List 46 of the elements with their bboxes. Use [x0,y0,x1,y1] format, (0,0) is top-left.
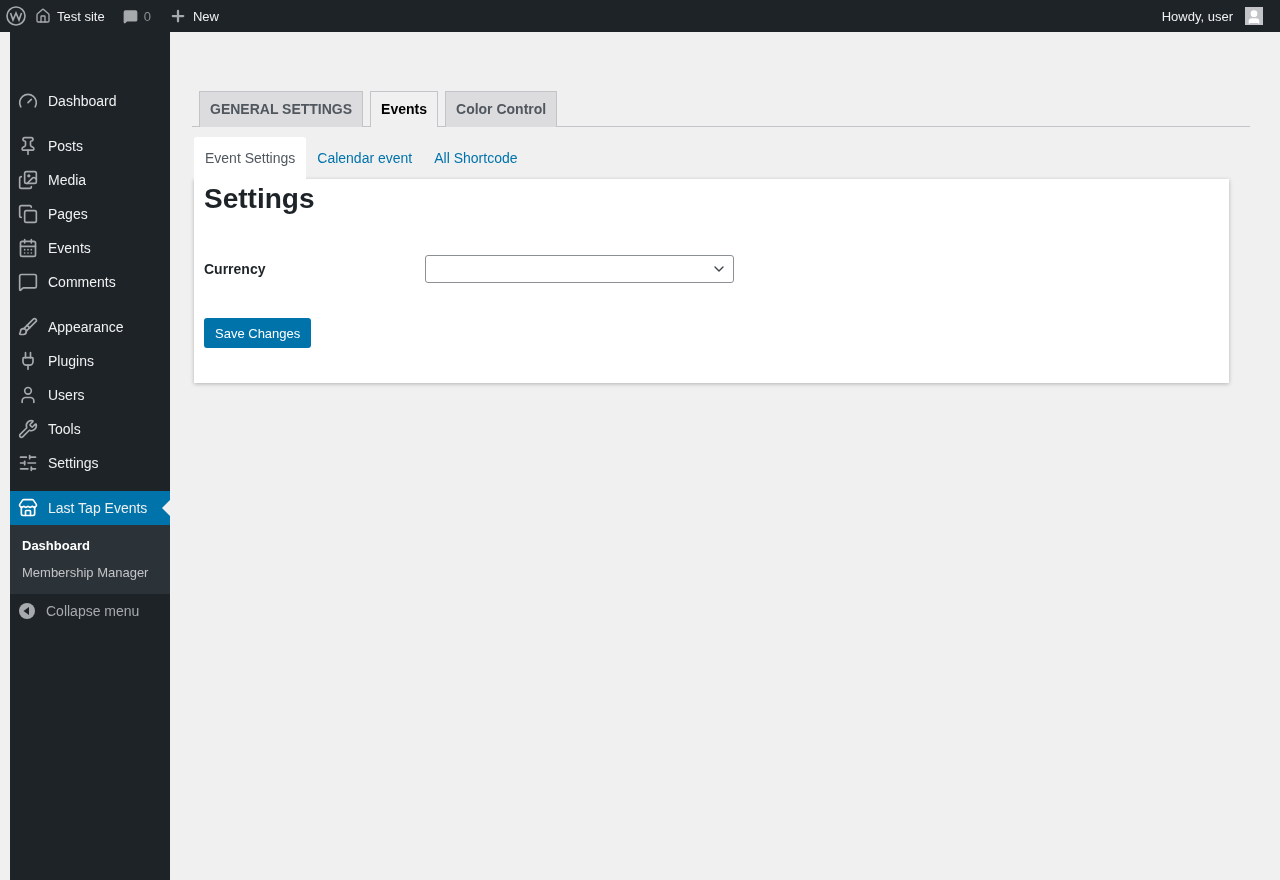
account-link[interactable]: Howdy, user [1152,0,1272,32]
submenu-item[interactable]: Dashboard [10,532,170,559]
comments-link[interactable]: 0 [113,0,160,32]
comment-count: 0 [143,8,151,24]
menu-item[interactable]: Media [10,163,170,197]
menu-item[interactable]: Tools [10,412,170,446]
tab[interactable]: GENERAL SETTINGS [199,91,364,127]
avatar-icon [1245,7,1263,25]
home-icon [35,8,51,24]
save-button[interactable]: Save Changes [204,318,312,348]
submenu-item[interactable]: Membership Manager [10,559,170,586]
menu-item[interactable]: Plugins [10,344,170,378]
field-label: Currency [204,261,267,277]
calendar-icon [18,238,38,258]
new-link[interactable]: New [159,0,228,32]
site-name-link[interactable]: Test site [26,0,114,32]
pages-icon [18,204,38,224]
images-icon [18,170,38,190]
currency-select[interactable] [425,255,734,283]
gauge-icon [18,91,38,111]
menu-item[interactable]: Events [10,231,170,265]
speech-bubble-icon [18,272,38,292]
panel-title: Settings [204,183,316,216]
tab[interactable]: Events [370,91,438,127]
menu-item[interactable]: Posts [10,129,170,163]
wrench-icon [18,419,38,439]
store-icon [18,498,38,518]
brush-icon [18,317,38,337]
menu-item[interactable]: Last Tap Events [10,491,170,525]
logo-icon[interactable] [6,6,26,26]
collapse-icon [18,602,36,620]
menu-item[interactable]: Comments [10,265,170,299]
menu-item[interactable]: Settings [10,446,170,480]
menu-item[interactable]: Dashboard [10,84,170,118]
menu-item[interactable]: Appearance [10,310,170,344]
menu-item[interactable]: Pages [10,197,170,231]
sub-tab[interactable]: Calendar event [306,137,424,179]
pin-icon [18,136,38,156]
sub-tab[interactable]: Event Settings [194,137,307,179]
speech-bubble-icon [122,8,138,24]
sliders-icon [18,453,38,473]
collapse-menu-button[interactable]: Collapse menu [10,594,170,628]
menu-item[interactable]: Users [10,378,170,412]
user-icon [18,385,38,405]
tab[interactable]: Color Control [445,91,558,127]
sub-tab[interactable]: All Shortcode [423,137,529,179]
